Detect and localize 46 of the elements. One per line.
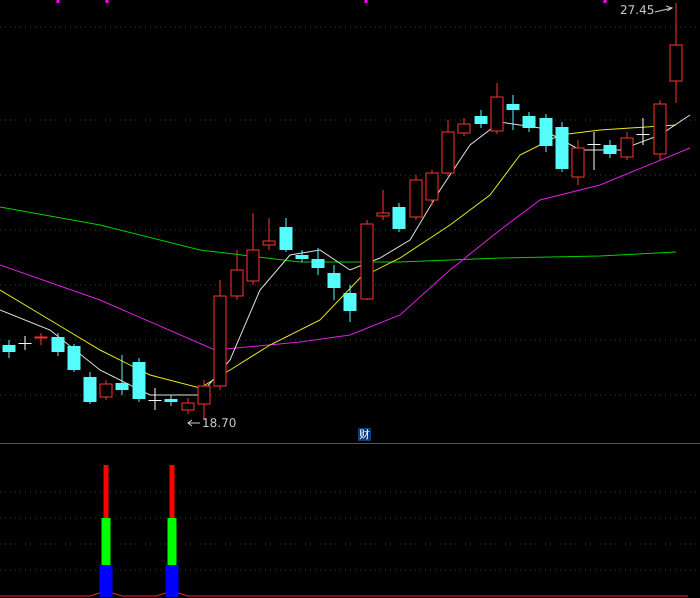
candlestick [376, 190, 390, 220]
candlestick [2, 340, 16, 358]
candlestick [280, 218, 292, 252]
candlestick [84, 372, 96, 404]
candlestick [34, 332, 48, 346]
candlestick [182, 398, 194, 414]
tick-mark [56, 0, 60, 3]
candlestick [426, 170, 438, 206]
candlestick [572, 140, 584, 186]
candlestick [296, 250, 308, 262]
candlestick [556, 122, 568, 172]
tick-mark [106, 0, 108, 3]
candlestick [52, 332, 64, 356]
candlestick [132, 358, 146, 402]
candlestick [410, 174, 422, 220]
candlestick [68, 344, 80, 372]
candlestick [654, 100, 666, 160]
candlestick [442, 120, 454, 176]
candlestick [100, 380, 112, 400]
candlestick [604, 140, 616, 158]
candlestick [230, 250, 244, 300]
candlestick [490, 82, 504, 134]
candlestick [392, 202, 406, 232]
candlestick [636, 118, 650, 146]
candlestick [18, 336, 32, 350]
candlestick [344, 284, 356, 322]
arrow-icon [187, 420, 200, 426]
candlestick [116, 354, 128, 396]
candlestick [148, 388, 162, 410]
low-price-label: 18.70 [202, 416, 236, 430]
candlestick [540, 114, 552, 152]
candlestick [312, 248, 324, 276]
candlestick [458, 118, 470, 136]
tick-mark [364, 0, 368, 3]
candlestick [620, 132, 634, 160]
high-price-label: 27.45 [620, 3, 654, 17]
marker-badge: 财 [358, 428, 371, 441]
candlestick [328, 264, 340, 300]
arrow-icon [654, 6, 674, 12]
candlestick [474, 110, 488, 128]
candlestick [164, 394, 178, 406]
candlestick [588, 132, 600, 170]
tick-mark [604, 0, 606, 3]
candlestick [522, 112, 536, 132]
candlestick [506, 94, 520, 130]
candlestick [262, 218, 276, 250]
